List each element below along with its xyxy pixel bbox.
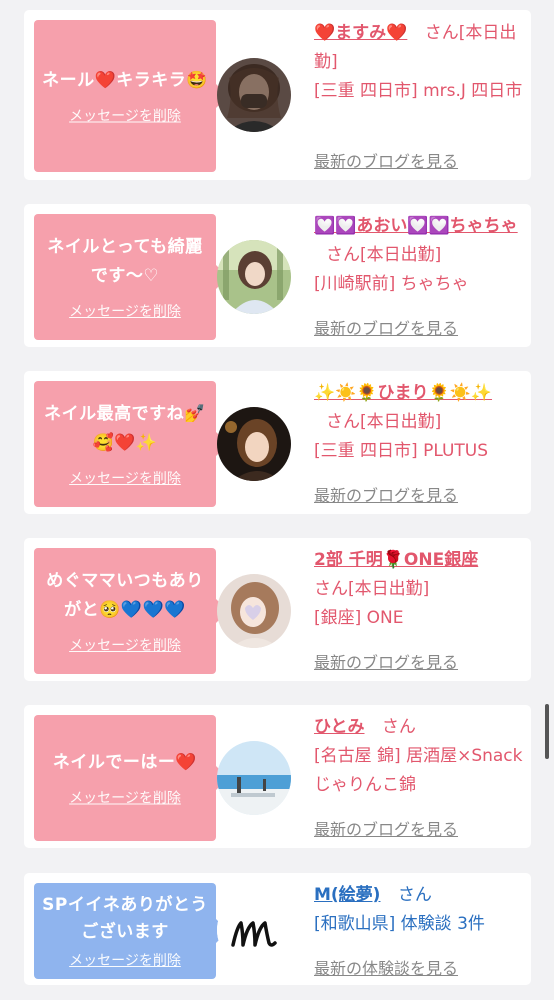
sender-info: M(絵夢) さん [和歌山県] 体験談 3件 [314,873,523,939]
shop-name: [川崎駅前] ちゃちゃ [314,274,469,294]
delete-message-link[interactable]: メッセージを削除 [69,950,181,970]
sender-info: ✨☀️🌻ひまり🌻☀️✨ さん[本日出勤] [三重 四日市] PLUTUS [314,371,523,466]
list-item: ネイルでーはー❤️ メッセージを削除 ひとみ さん [名古屋 錦] 居酒屋×Sn… [24,705,531,848]
avatar[interactable] [217,574,291,648]
m-logo-avatar-icon [217,893,291,967]
latest-blog-link[interactable]: 最新のブログを見る [314,482,458,506]
delete-message-link[interactable]: メッセージを削除 [69,788,181,808]
sender-info: ❤️ますみ❤️ さん[本日出勤] [三重 四日市] mrs.J 四日市 [314,10,523,106]
woman-outdoor-avatar-icon [217,240,291,314]
avatar[interactable] [217,741,291,815]
sender-info: 2部 千明🌹ONE銀座 さん[本日出勤] [銀座] ONE [314,538,523,633]
sender-name[interactable]: ❤️ますみ❤️ [314,23,407,43]
sender-status: さん [381,717,416,737]
avatar[interactable] [217,407,291,481]
delete-message-link[interactable]: メッセージを削除 [69,106,181,126]
shop-name: [三重 四日市] mrs.J 四日市 [314,81,523,101]
message-bubble: SPイイネありがとうございます メッセージを削除 [34,883,216,979]
list-item: ネイルとっても綺麗です〜♡ メッセージを削除 💟💟あおい💟💟ちゃちゃ さん[本日… [24,204,531,347]
woman-masked-avatar-icon [217,58,291,132]
latest-review-link[interactable]: 最新の体験談を見る [314,955,458,979]
sender-status: さん [397,885,432,905]
woman-dark-avatar-icon [217,407,291,481]
delete-message-link[interactable]: メッセージを削除 [69,301,181,321]
list-item: ネール❤️キラキラ🤩 メッセージを削除 ❤️ますみ❤️ さん[本日出勤] [三重… [24,10,531,180]
message-bubble: ネイル最高ですね💅🥰❤️✨ メッセージを削除 [34,381,216,507]
woman-heart-avatar-icon [217,574,291,648]
message-text: ネイルでーはー❤️ [52,752,198,773]
message-bubble: ネール❤️キラキラ🤩 メッセージを削除 [34,20,216,172]
list-item: ネイル最高ですね💅🥰❤️✨ メッセージを削除 ✨☀️🌻ひまり🌻☀️✨ さん[本日… [24,371,531,514]
shop-name: [名古屋 錦] 居酒屋×Snack じゃりんこ錦 [314,746,523,795]
sender-status: さん[本日出勤] [326,245,442,265]
list-item: めぐママいつもありがと🥺💙💙💙 メッセージを削除 2部 千明🌹ONE銀座 さん[… [24,538,531,681]
message-text: SPイイネありがとうございます [42,895,208,942]
sender-name[interactable]: 💟💟あおい💟💟ちゃちゃ [314,216,518,236]
message-bubble: めぐママいつもありがと🥺💙💙💙 メッセージを削除 [34,548,216,674]
latest-blog-link[interactable]: 最新のブログを見る [314,816,458,840]
shop-name: [銀座] ONE [314,608,404,628]
avatar[interactable] [217,240,291,314]
delete-message-link[interactable]: メッセージを削除 [69,635,181,655]
message-text: ネイル最高ですね💅🥰❤️✨ [44,404,206,453]
latest-blog-link[interactable]: 最新のブログを見る [314,315,458,339]
sender-status: さん[本日出勤] [326,412,442,432]
message-text: めぐママいつもありがと🥺💙💙💙 [46,571,204,620]
message-text: ネイルとっても綺麗です〜♡ [47,237,203,286]
message-text: ネール❤️キラキラ🤩 [42,70,208,91]
sender-info: 💟💟あおい💟💟ちゃちゃ さん[本日出勤] [川崎駅前] ちゃちゃ [314,204,523,299]
shop-name: [和歌山県] 体験談 3件 [314,914,485,934]
delete-message-link[interactable]: メッセージを削除 [69,468,181,488]
beach-avatar-icon [217,741,291,815]
latest-blog-link[interactable]: 最新のブログを見る [314,649,458,673]
message-bubble: ネイルとっても綺麗です〜♡ メッセージを削除 [34,214,216,340]
shop-name: [三重 四日市] PLUTUS [314,441,489,461]
latest-blog-link[interactable]: 最新のブログを見る [314,148,458,172]
avatar[interactable] [217,893,291,967]
sender-name[interactable]: ひとみ [314,717,365,737]
sender-name[interactable]: ✨☀️🌻ひまり🌻☀️✨ [314,383,492,403]
message-bubble: ネイルでーはー❤️ メッセージを削除 [34,715,216,841]
sender-name[interactable]: M(絵夢) [314,885,380,905]
scrollbar[interactable] [545,704,549,759]
list-item: SPイイネありがとうございます メッセージを削除 M(絵夢) さん [和歌山県]… [24,873,531,985]
sender-info: ひとみ さん [名古屋 錦] 居酒屋×Snack じゃりんこ錦 [314,705,523,800]
sender-name[interactable]: 2部 千明🌹ONE銀座 [314,550,478,570]
sender-status: さん[本日出勤] [314,579,430,599]
avatar[interactable] [217,58,291,132]
